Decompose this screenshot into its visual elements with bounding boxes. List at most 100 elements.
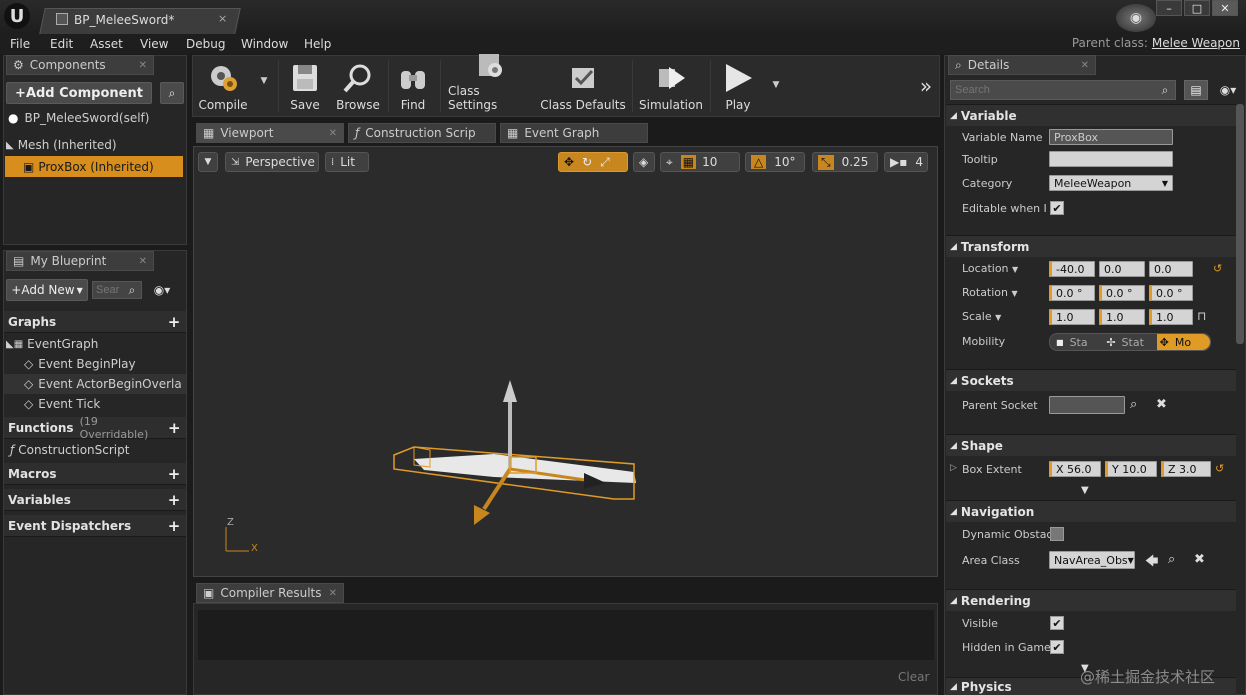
scale-label[interactable]: Scale ▼ xyxy=(962,310,1001,323)
play-button[interactable]: Play xyxy=(716,58,760,114)
details-scrollbar[interactable] xyxy=(1236,104,1244,344)
close-icon[interactable]: ✕ xyxy=(329,588,337,599)
find-button[interactable]: Find xyxy=(394,58,432,114)
variable-name-field[interactable]: ProxBox xyxy=(1049,129,1173,145)
maximize-button[interactable]: □ xyxy=(1184,0,1210,16)
lit-button[interactable]: ⁞ Lit xyxy=(325,152,369,172)
add-component-button[interactable]: +Add Component xyxy=(6,82,152,104)
category-dropdown[interactable]: MeleeWeapon ▼ xyxy=(1049,175,1173,191)
functions-header[interactable]: Functions (19 Overridable) + xyxy=(4,415,186,441)
browse-button[interactable]: Browse xyxy=(332,58,384,114)
tab-viewport[interactable]: ▦ Viewport ✕ xyxy=(196,123,344,143)
rotation-z-field[interactable]: 0.0 ° xyxy=(1149,285,1193,301)
event-item[interactable]: ◇ Event BeginPlay xyxy=(24,354,136,374)
tab-components[interactable]: ⚙ Components ✕ xyxy=(6,55,154,75)
menu-file[interactable]: File xyxy=(10,37,30,51)
add-graph-icon[interactable]: + xyxy=(166,313,182,331)
location-y-field[interactable]: 0.0 xyxy=(1099,261,1145,277)
camera-speed-group[interactable]: ▶▪ 4 xyxy=(884,152,928,172)
hidden-in-game-checkbox[interactable]: ✔ xyxy=(1050,640,1064,654)
rotation-y-field[interactable]: 0.0 ° xyxy=(1099,285,1145,301)
reset-extent-icon[interactable]: ↺ xyxy=(1215,462,1224,475)
close-window-button[interactable]: ✕ xyxy=(1212,0,1238,16)
class-defaults-button[interactable]: Class Defaults xyxy=(540,58,626,114)
box-extent-z-field[interactable]: Z 3.0 xyxy=(1161,461,1211,477)
box-extent-x-field[interactable]: X 56.0 xyxy=(1049,461,1101,477)
save-button[interactable]: Save xyxy=(284,58,326,114)
add-variable-icon[interactable]: + xyxy=(166,491,182,509)
class-settings-button[interactable]: Class Settings xyxy=(448,54,530,114)
compile-button[interactable]: Compile xyxy=(196,58,250,114)
scale-y-field[interactable]: 1.0 xyxy=(1099,309,1145,325)
add-dispatcher-icon[interactable]: + xyxy=(166,517,182,535)
variable-section-header[interactable]: ◢ Variable xyxy=(946,104,1236,126)
sockets-section-header[interactable]: ◢ Sockets xyxy=(946,369,1236,391)
reset-location-icon[interactable]: ↺ xyxy=(1213,262,1222,275)
close-icon[interactable]: ✕ xyxy=(139,256,147,267)
scale-x-field[interactable]: 1.0 xyxy=(1049,309,1095,325)
location-label[interactable]: Location ▼ xyxy=(962,262,1018,275)
location-z-field[interactable]: 0.0 xyxy=(1149,261,1193,277)
close-icon[interactable]: ✕ xyxy=(139,60,147,71)
tab-compiler-results[interactable]: ▣ Compiler Results ✕ xyxy=(196,583,344,603)
clear-button[interactable]: Clear xyxy=(898,670,929,684)
menu-window[interactable]: Window xyxy=(241,37,288,51)
area-class-dropdown[interactable]: NavArea_Obs ▼ xyxy=(1049,551,1135,569)
graphs-header[interactable]: Graphs + xyxy=(4,311,186,333)
play-dropdown-icon[interactable]: ▼ xyxy=(770,80,782,90)
event-item[interactable]: ◇ Event Tick xyxy=(24,394,100,414)
construction-script-item[interactable]: ƒ ConstructionScript xyxy=(10,440,129,460)
lock-icon[interactable]: ⊓ xyxy=(1197,309,1206,323)
perspective-button[interactable]: ⇲ Perspective xyxy=(225,152,319,172)
scale-z-field[interactable]: 1.0 xyxy=(1149,309,1193,325)
user-avatar-icon[interactable]: ◉ xyxy=(1116,4,1156,32)
minimize-button[interactable]: – xyxy=(1156,0,1182,16)
parent-socket-field[interactable] xyxy=(1049,396,1125,414)
scale-snap-group[interactable]: ⤡ 0.25 xyxy=(812,152,878,172)
dispatchers-header[interactable]: Event Dispatchers + xyxy=(4,515,186,537)
tooltip-field[interactable] xyxy=(1049,151,1173,167)
macros-header[interactable]: Macros + xyxy=(4,463,186,485)
tab-event-graph[interactable]: ▦ Event Graph xyxy=(500,123,648,143)
close-tab-icon[interactable]: × xyxy=(218,12,227,25)
search-icon[interactable]: ⌕ xyxy=(1130,397,1137,412)
property-matrix-icon[interactable]: ▤ xyxy=(1184,80,1208,100)
component-mesh[interactable]: ◣ Mesh (Inherited) xyxy=(6,135,117,155)
tab-my-blueprint[interactable]: ▤ My Blueprint ✕ xyxy=(6,251,154,271)
component-self[interactable]: ● BP_MeleeSword(self) xyxy=(8,108,149,128)
shape-section-header[interactable]: ◢ Shape xyxy=(946,434,1236,456)
details-search-input[interactable] xyxy=(950,80,1176,100)
eye-icon[interactable]: ◉▾ xyxy=(1212,80,1244,100)
grid-snap-group[interactable]: ⌖ ▦ 10 xyxy=(660,152,740,172)
search-icon[interactable]: ⌕ xyxy=(124,282,140,298)
variables-header[interactable]: Variables + xyxy=(4,489,186,511)
transform-section-header[interactable]: ◢ Transform xyxy=(946,235,1236,257)
menu-help[interactable]: Help xyxy=(304,37,331,51)
event-item[interactable]: ◇ Event ActorBeginOverla xyxy=(4,374,186,394)
tab-details[interactable]: ⌕ Details ✕ xyxy=(948,55,1096,75)
expand-icon[interactable]: ▷ xyxy=(950,463,957,473)
search-icon[interactable]: ⌕ xyxy=(160,82,184,104)
clear-socket-icon[interactable]: ✖ xyxy=(1156,397,1167,412)
transform-mode-group[interactable]: ✥ ↻ ⤢ xyxy=(558,152,628,172)
clear-icon[interactable]: ✖ xyxy=(1194,552,1205,567)
rotation-label[interactable]: Rotation ▼ xyxy=(962,286,1018,299)
menu-view[interactable]: View xyxy=(140,37,168,51)
eye-icon[interactable]: ◉▾ xyxy=(146,282,178,298)
navigation-section-header[interactable]: ◢ Navigation xyxy=(946,500,1236,522)
menu-asset[interactable]: Asset xyxy=(90,37,123,51)
close-icon[interactable]: ✕ xyxy=(329,128,337,139)
rotation-x-field[interactable]: 0.0 ° xyxy=(1049,285,1095,301)
viewport-canvas[interactable]: Z X xyxy=(193,146,938,577)
add-function-icon[interactable]: + xyxy=(167,419,182,437)
editable-checkbox[interactable]: ✔ xyxy=(1050,201,1064,215)
dynamic-obstacle-checkbox[interactable] xyxy=(1050,527,1064,541)
mobility-movable[interactable]: ✥ Mo xyxy=(1156,334,1210,350)
parent-class-link[interactable]: Melee Weapon xyxy=(1152,36,1240,50)
advanced-expand-icon[interactable]: ▼ xyxy=(1081,485,1089,496)
mobility-stationary[interactable]: ✢ Stat xyxy=(1106,334,1156,350)
viewport-options-button[interactable]: ▼ xyxy=(198,152,218,172)
event-graph-item[interactable]: ◣▦ EventGraph xyxy=(6,334,98,354)
add-macro-icon[interactable]: + xyxy=(166,465,182,483)
simulation-button[interactable]: Simulation xyxy=(638,58,704,114)
